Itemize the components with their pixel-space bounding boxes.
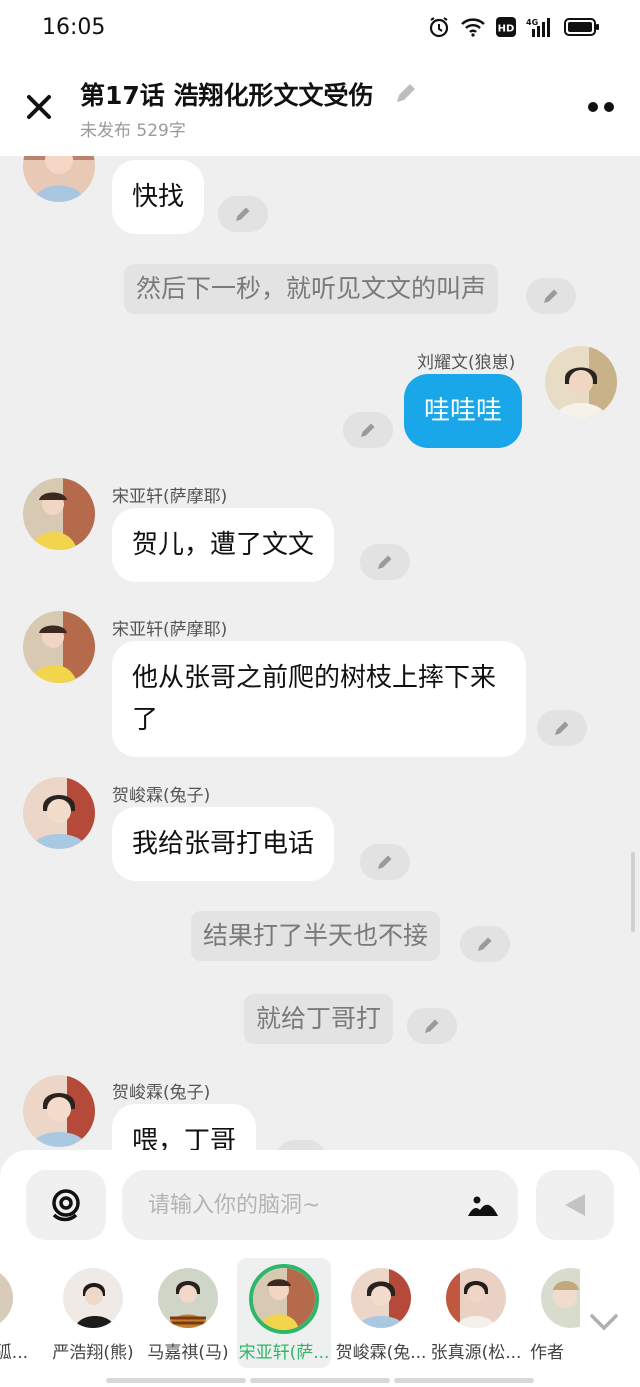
character-name: 贺峻霖(兔... [335, 1343, 427, 1363]
character-selector[interactable]: (狐... 严浩翔(熊) 马嘉祺(马) 宋亚轩(萨... 贺峻霖(兔... 张真… [0, 1258, 580, 1368]
message-bubble[interactable]: 我给张哥打电话 [112, 807, 335, 881]
character-name: 作者 [530, 1343, 564, 1363]
character-name: 严浩翔(熊) [52, 1343, 134, 1363]
message-bubble[interactable]: 他从张哥之前爬的树枝上摔下来了 [112, 641, 526, 757]
edit-title-icon[interactable] [393, 80, 419, 106]
edit-message-button[interactable] [537, 710, 587, 746]
avatar[interactable] [545, 346, 617, 418]
character-avatar [249, 1264, 319, 1334]
narration-text[interactable]: 结果打了半天也不接 [191, 911, 441, 961]
pencil-icon [378, 555, 392, 569]
sender-name: 贺峻霖(兔子) [112, 786, 211, 806]
edit-message-button[interactable] [360, 544, 410, 580]
chevron-down-icon[interactable] [588, 1310, 620, 1334]
character-avatar [0, 1268, 13, 1328]
edit-message-button[interactable] [343, 412, 393, 448]
character-avatar [158, 1268, 218, 1328]
sender-name: 贺峻霖(兔子) [112, 1083, 211, 1103]
battery-icon [564, 18, 599, 36]
gesture-bar [250, 1378, 390, 1383]
character-name: 宋亚轩(萨... [238, 1343, 330, 1363]
close-icon[interactable] [22, 90, 56, 124]
edit-message-button[interactable] [526, 278, 576, 314]
sender-name: 宋亚轩(萨摩耶) [112, 487, 228, 507]
character-avatar [446, 1268, 506, 1328]
voice-button[interactable] [26, 1170, 106, 1240]
svg-text:HD: HD [498, 24, 515, 35]
image-icon[interactable] [468, 1192, 498, 1218]
pencil-icon [236, 207, 250, 221]
character-avatar [351, 1268, 411, 1328]
status-time: 16:05 [42, 15, 106, 40]
edit-message-button[interactable] [407, 1008, 457, 1044]
message-input[interactable] [148, 1188, 448, 1222]
sender-name: 刘耀文(狼崽) [417, 353, 516, 373]
avatar[interactable] [23, 478, 95, 550]
pencil-icon [478, 937, 492, 951]
hd-icon: HD [496, 17, 516, 37]
character-name: 马嘉祺(马) [147, 1343, 229, 1363]
composer-panel: (狐... 严浩翔(熊) 马嘉祺(马) 宋亚轩(萨... 贺峻霖(兔... 张真… [0, 1150, 640, 1387]
send-icon [565, 1194, 585, 1216]
character-item[interactable]: 贺峻霖(兔... [334, 1258, 428, 1368]
edit-message-button[interactable] [460, 926, 510, 962]
character-item[interactable]: 严浩翔(熊) [46, 1258, 140, 1368]
send-button[interactable] [536, 1170, 614, 1240]
alarm-icon [429, 17, 449, 38]
message-bubble[interactable]: 贺儿，遭了文文 [112, 508, 335, 582]
pencil-icon [361, 423, 375, 437]
avatar[interactable] [23, 611, 95, 683]
character-item-selected[interactable]: 宋亚轩(萨... [237, 1258, 331, 1368]
character-item[interactable]: 张真源(松... [429, 1258, 523, 1368]
pencil-icon [544, 289, 558, 303]
message-bubble[interactable]: 喂，丁哥 [112, 1104, 257, 1156]
status-bar: 16:05 HD 4G [0, 0, 640, 58]
gesture-bar [394, 1378, 534, 1383]
network-type: 4G [526, 18, 538, 27]
chapter-title[interactable]: 第17话 浩翔化形文文受伤 [80, 76, 374, 112]
edit-message-button[interactable] [218, 196, 268, 232]
pencil-icon [555, 721, 569, 735]
more-options-icon[interactable] [586, 100, 616, 114]
cellular-signal-icon: 4G [526, 18, 550, 37]
character-avatar [63, 1268, 123, 1328]
narration-text[interactable]: 然后下一秒，就听见文文的叫声 [124, 264, 499, 314]
wifi-icon [461, 18, 485, 37]
character-name: 张真源(松... [430, 1343, 522, 1363]
chat-area[interactable]: 快找 然后下一秒，就听见文文的叫声 刘耀文(狼崽) 哇哇哇 宋亚轩(萨摩耶) 贺… [0, 156, 640, 1156]
avatar[interactable] [23, 1075, 95, 1147]
gesture-bar [106, 1378, 246, 1383]
pencil-icon [378, 855, 392, 869]
character-item[interactable]: 作者 [524, 1258, 580, 1368]
character-item[interactable]: (狐... [0, 1258, 30, 1368]
scrollbar[interactable] [631, 852, 635, 932]
message-bubble[interactable]: 哇哇哇 [404, 374, 523, 448]
avatar[interactable] [23, 156, 95, 202]
sender-name: 宋亚轩(萨摩耶) [112, 620, 228, 640]
voice-icon [52, 1189, 80, 1222]
pencil-icon [425, 1019, 439, 1033]
chapter-status: 未发布 529字 [80, 121, 186, 141]
message-bubble[interactable]: 快找 [112, 160, 205, 234]
character-avatar [541, 1268, 580, 1328]
edit-message-button[interactable] [360, 844, 410, 880]
avatar[interactable] [23, 777, 95, 849]
narration-text[interactable]: 就给丁哥打 [244, 994, 394, 1044]
character-item[interactable]: 马嘉祺(马) [141, 1258, 235, 1368]
input-wrapper [122, 1170, 518, 1240]
character-name: (狐... [0, 1343, 28, 1363]
chapter-header: 第17话 浩翔化形文文受伤 未发布 529字 [0, 58, 640, 156]
